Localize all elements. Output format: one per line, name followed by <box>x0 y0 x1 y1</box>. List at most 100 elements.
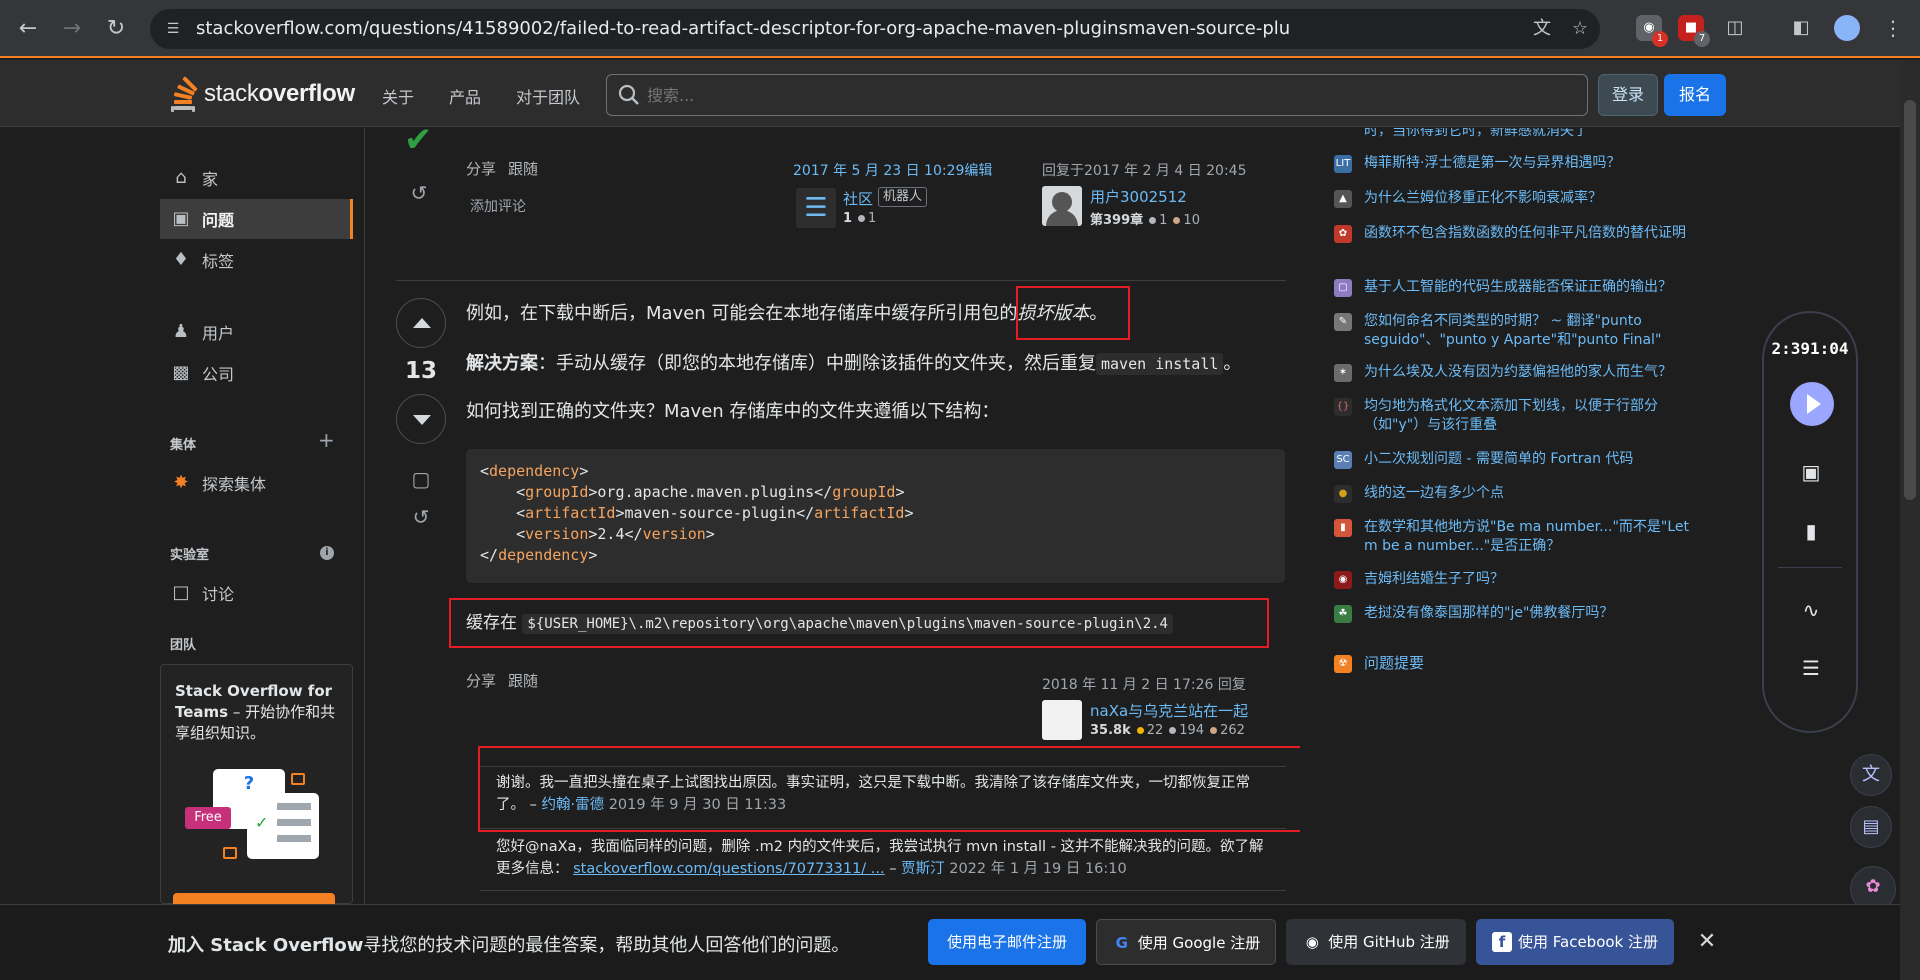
waveform-icon[interactable]: ∿ <box>1796 595 1826 625</box>
search-input[interactable] <box>647 83 1547 107</box>
hot-question-item[interactable]: 时，当你得到它时，新鲜感就消失了 <box>1334 128 1694 141</box>
hot-question-title[interactable]: 为什么埃及人没有因为约瑟偏袒他的家人而生气？ <box>1364 364 1672 380</box>
community-avatar[interactable]: ☰ <box>796 188 836 228</box>
extensions-puzzle-icon[interactable]: ◫ <box>1722 15 1748 41</box>
hot-question-item[interactable]: ✎ 您如何命名不同类型的时期？ ~ 翻译"punto seguido"、"punt… <box>1334 312 1694 350</box>
comment-time[interactable]: 2022 年 1 月 19 日 16:10 <box>949 861 1127 877</box>
login-button[interactable]: 登录 <box>1598 74 1658 116</box>
hot-question-title[interactable]: 小二次规划问题 - 需要简单的 Fortran 代码 <box>1364 451 1633 467</box>
code-tag: artifactId <box>525 504 616 522</box>
facebook-signup-button[interactable]: f 使用 Facebook 注册 <box>1476 919 1674 965</box>
p1-prefix: 例如，在下载中断后，Maven 可能会在本地存储库中缓存所引用包的 <box>466 303 1018 324</box>
hot-question-title[interactable]: 时，当你得到它时，新鲜感就消失了 <box>1364 128 1588 139</box>
comment-link[interactable]: stackoverflow.com/questions/70773311/ ..… <box>573 861 885 877</box>
hot-question-title[interactable]: 函数环不包含指数函数的任何非平凡倍数的替代证明 <box>1364 225 1686 241</box>
author-name[interactable]: naXa与乌克兰站在一起 <box>1090 700 1248 721</box>
forward-arrow-icon[interactable]: → <box>56 13 88 45</box>
hot-question-item[interactable]: SC 小二次规划问题 - 需要简单的 Fortran 代码 <box>1334 450 1694 469</box>
close-icon[interactable]: ✕ <box>1694 927 1720 957</box>
menu-kebab-icon[interactable]: ⋮ <box>1880 15 1906 41</box>
hot-question-item[interactable]: ▮ 在数学和其他地方说"Be ma number..."而不是"Let m be … <box>1334 518 1694 556</box>
site-info-icon[interactable]: ☰ <box>162 18 184 40</box>
page-scrollbar[interactable] <box>1900 60 1920 980</box>
hot-question-item[interactable]: {} 均匀地为格式化文本添加下划线，以便于行部分（如"y"）与该行重叠 <box>1334 397 1694 435</box>
hot-question-title[interactable]: 线的这一边有多少个点 <box>1364 485 1504 501</box>
comment-time[interactable]: 2019 年 9 月 30 日 11:33 <box>609 797 787 813</box>
nav-questions[interactable]: ▣ 问题 <box>160 199 353 239</box>
hot-question-item[interactable]: ▢ 基于人工智能的代码生成器能否保证正确的输出？ <box>1334 278 1694 297</box>
editor-name[interactable]: 社区 <box>843 188 873 209</box>
hot-question-title[interactable]: 为什么兰姆位移重正化不影响衰减率？ <box>1364 190 1602 206</box>
github-signup-button[interactable]: ◉ 使用 GitHub 注册 <box>1286 919 1466 965</box>
stackoverflow-logo[interactable]: stackoverflow <box>168 74 355 114</box>
user-avatar[interactable] <box>1042 186 1082 226</box>
back-arrow-icon[interactable]: ← <box>12 13 44 45</box>
downvote-button[interactable] <box>396 394 446 444</box>
settings-sliders-icon[interactable]: ☰ <box>1796 653 1826 683</box>
translate-tool-icon[interactable]: 文 <box>1850 754 1892 796</box>
history-icon[interactable]: ↺ <box>406 180 432 206</box>
add-collective-icon[interactable]: + <box>318 428 335 452</box>
extension-icon-1[interactable]: ◉ 1 <box>1636 15 1668 47</box>
topnav-for-teams[interactable]: 对于团队 <box>516 84 580 108</box>
reader-tool-icon[interactable]: ▤ <box>1850 806 1892 848</box>
hot-question-item[interactable]: ● 线的这一边有多少个点 <box>1334 484 1694 503</box>
history-icon[interactable]: ↺ <box>408 504 434 530</box>
hot-question-item[interactable]: ▲ 为什么兰姆位移重正化不影响衰减率？ <box>1334 189 1694 208</box>
follow-link[interactable]: 跟随 <box>508 158 538 179</box>
hot-question-title[interactable]: 您如何命名不同类型的时期？ ~ 翻译"punto seguido"、"punto… <box>1364 313 1661 348</box>
question-feed-link[interactable]: ☢ 问题提要 <box>1334 654 1694 673</box>
email-signup-button[interactable]: 使用电子邮件注册 <box>928 919 1086 965</box>
nav-discussions[interactable]: □ 讨论 <box>160 573 353 613</box>
adblock-extension-icon[interactable]: ■ 7 <box>1678 15 1710 47</box>
comment-user[interactable]: 约翰·雷德 <box>541 797 604 813</box>
nav-companies[interactable]: ▩ 公司 <box>160 353 353 393</box>
topnav-about[interactable]: 关于 <box>382 84 414 108</box>
nav-explore-collectives[interactable]: ✸ 探索集体 <box>160 463 353 503</box>
side-panel-icon[interactable]: ◧ <box>1788 15 1814 41</box>
hot-question-item[interactable]: ◉ 吉姆利结婚生子了吗？ <box>1334 570 1694 589</box>
signup-button[interactable]: 报名 <box>1664 74 1726 116</box>
nav-home[interactable]: ⌂ 家 <box>160 158 353 198</box>
hot-question-item[interactable]: ✿ 函数环不包含指数函数的任何非平凡倍数的替代证明 <box>1334 224 1694 243</box>
google-signup-button[interactable]: G 使用 Google 注册 <box>1096 919 1276 965</box>
bookmark-icon[interactable]: ▢ <box>408 466 434 492</box>
discussion-icon: □ <box>172 582 190 603</box>
question-feed-label[interactable]: 问题提要 <box>1364 654 1424 672</box>
hot-question-title[interactable]: 基于人工智能的代码生成器能否保证正确的输出？ <box>1364 279 1672 295</box>
author-bronze-count: 10 <box>1183 213 1200 228</box>
bookmark-icon[interactable]: ▮ <box>1796 516 1826 546</box>
hot-question-title[interactable]: 吉姆利结婚生子了吗？ <box>1364 571 1504 587</box>
share-link[interactable]: 分享 <box>466 158 496 179</box>
address-bar[interactable]: ☰ stackoverflow.com/questions/41589002/f… <box>150 9 1600 49</box>
bookmark-star-icon[interactable]: ☆ <box>1568 17 1592 41</box>
hot-question-title[interactable]: 在数学和其他地方说"Be ma number..."而不是"Let m be a… <box>1364 519 1689 554</box>
topnav-products[interactable]: 产品 <box>449 84 481 108</box>
hot-question-title[interactable]: 老挝没有像泰国那样的"je"佛教餐厅吗？ <box>1364 605 1613 621</box>
upvote-button[interactable] <box>396 298 446 348</box>
play-button[interactable] <box>1790 382 1834 426</box>
hot-question-title[interactable]: 梅菲斯特·浮士德是第一次与异界相遇吗？ <box>1364 155 1620 171</box>
reload-icon[interactable]: ↻ <box>100 13 132 45</box>
screenshot-camera-icon[interactable]: ▣ <box>1796 457 1826 487</box>
share-link[interactable]: 分享 <box>466 670 496 691</box>
logo-text: stackoverflow <box>204 80 355 108</box>
author-name[interactable]: 用户3002512 <box>1090 186 1187 207</box>
scrollbar-thumb[interactable] <box>1904 100 1916 500</box>
info-icon[interactable]: i <box>320 546 334 560</box>
follow-link[interactable]: 跟随 <box>508 670 538 691</box>
hot-question-title[interactable]: 均匀地为格式化文本添加下划线，以便于行部分（如"y"）与该行重叠 <box>1364 398 1658 433</box>
user-avatar[interactable] <box>1042 700 1082 740</box>
hot-question-item[interactable]: LIT 梅菲斯特·浮士德是第一次与异界相遇吗？ <box>1334 154 1694 173</box>
search-box[interactable] <box>606 74 1588 116</box>
add-comment-link[interactable]: 添加评论 <box>470 196 526 216</box>
edited-link[interactable]: 2017 年 5 月 23 日 10:29编辑 <box>793 160 992 180</box>
profile-avatar[interactable] <box>1834 15 1860 41</box>
url-text[interactable]: stackoverflow.com/questions/41589002/fai… <box>196 18 1290 39</box>
comment-user[interactable]: 贾斯汀 <box>901 861 945 877</box>
translate-icon[interactable]: 文 <box>1530 17 1554 41</box>
nav-users[interactable]: ♟ 用户 <box>160 312 353 352</box>
nav-tags[interactable]: ♦ 标签 <box>160 240 353 280</box>
hot-question-item[interactable]: ✶ 为什么埃及人没有因为约瑟偏袒他的家人而生气？ <box>1334 363 1694 382</box>
hot-question-item[interactable]: ☘ 老挝没有像泰国那样的"je"佛教餐厅吗？ <box>1334 604 1694 623</box>
